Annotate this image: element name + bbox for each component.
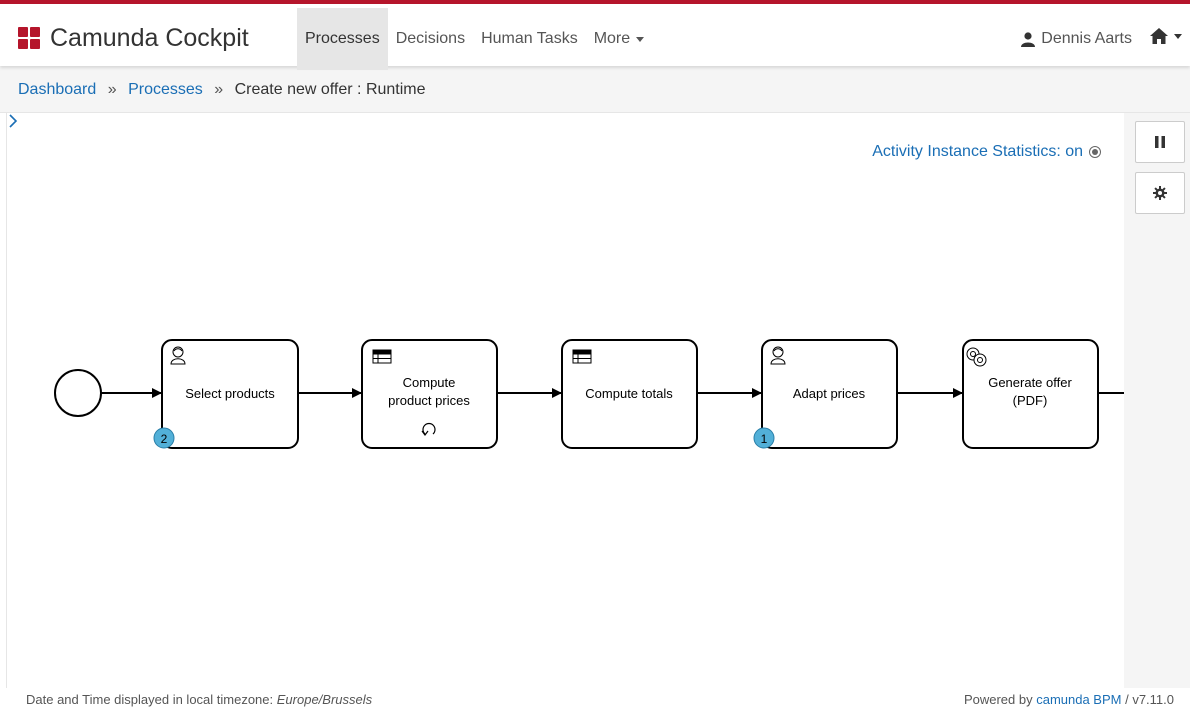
business-rule-icon <box>572 349 592 364</box>
user-name: Dennis Aarts <box>1041 30 1132 47</box>
footer: Date and Time displayed in local timezon… <box>0 688 1190 712</box>
task-label: Select products <box>185 386 275 401</box>
top-navbar: Camunda Cockpit Processes Decisions Huma… <box>0 0 1190 70</box>
nav-item-label: Processes <box>305 30 380 47</box>
user-menu[interactable]: Dennis Aarts <box>1021 30 1132 48</box>
user-icon <box>1021 31 1036 47</box>
task-label: Generate offer <box>988 375 1072 390</box>
breadcrumb-separator: » <box>214 81 224 98</box>
version-label: / v7.11.0 <box>1121 692 1174 707</box>
nav-item-label: Decisions <box>395 30 466 47</box>
instance-count-badge: 1 <box>753 427 775 449</box>
breadcrumb-processes[interactable]: Processes <box>128 81 203 98</box>
powered-by: Powered by camunda BPM / v7.11.0 <box>964 692 1174 707</box>
brand[interactable]: Camunda Cockpit <box>18 22 249 54</box>
badge-count: 2 <box>161 432 168 446</box>
breadcrumb-separator: » <box>107 81 117 98</box>
diagram-canvas[interactable]: Activity Instance Statistics: on Select … <box>6 113 1125 688</box>
breadcrumb-dashboard[interactable]: Dashboard <box>18 81 96 98</box>
task-label: Compute totals <box>585 386 673 401</box>
pause-icon <box>1155 136 1165 148</box>
settings-button[interactable] <box>1135 172 1185 214</box>
task-generate-offer[interactable]: Generate offer (PDF) <box>962 339 1099 449</box>
camunda-link[interactable]: camunda BPM <box>1036 692 1121 707</box>
chevron-down-icon <box>636 36 645 42</box>
task-compute-product-prices[interactable]: Compute product prices <box>361 339 498 449</box>
nav-item-more[interactable]: More <box>586 8 652 70</box>
main-nav: Processes Decisions Human Tasks More <box>297 8 652 70</box>
start-event[interactable] <box>54 369 102 417</box>
nav-item-processes[interactable]: Processes <box>297 8 388 70</box>
bpmn-diagram: Select products 2 Compute product prices <box>54 339 1125 449</box>
task-label: Compute <box>403 375 456 390</box>
powered-prefix: Powered by <box>963 692 1037 707</box>
breadcrumb-current: Create new offer : Runtime <box>234 81 426 98</box>
task-label: Adapt prices <box>793 386 866 401</box>
task-compute-totals[interactable]: Compute totals <box>561 339 698 449</box>
task-adapt-prices[interactable]: Adapt prices 1 <box>753 339 898 449</box>
chevron-down-icon <box>1174 33 1182 39</box>
timezone-info: Date and Time displayed in local timezon… <box>26 692 372 707</box>
task-label: product prices <box>388 393 470 408</box>
instance-count-badge: 2 <box>153 427 175 449</box>
camunda-logo-icon <box>18 27 40 49</box>
nav-item-label: More <box>593 30 631 47</box>
right-toolbar <box>1124 113 1190 688</box>
brand-title: Camunda Cockpit <box>50 23 249 52</box>
breadcrumb: Dashboard » Processes » Create new offer… <box>0 66 1190 113</box>
timezone-prefix: Date and Time displayed in local timezon… <box>26 692 277 707</box>
badge-count: 1 <box>761 432 768 446</box>
gear-icon <box>1153 186 1167 200</box>
home-icon <box>1150 28 1168 44</box>
nav-item-label: Human Tasks <box>481 30 578 47</box>
home-menu[interactable] <box>1150 28 1182 44</box>
task-label: (PDF) <box>1013 393 1048 408</box>
nav-item-decisions[interactable]: Decisions <box>388 8 473 70</box>
business-rule-icon <box>372 349 392 364</box>
pause-button[interactable] <box>1135 121 1185 163</box>
nav-item-human-tasks[interactable]: Human Tasks <box>473 8 586 70</box>
timezone-value: Europe/Brussels <box>276 692 373 707</box>
task-select-products[interactable]: Select products 2 <box>153 339 299 449</box>
